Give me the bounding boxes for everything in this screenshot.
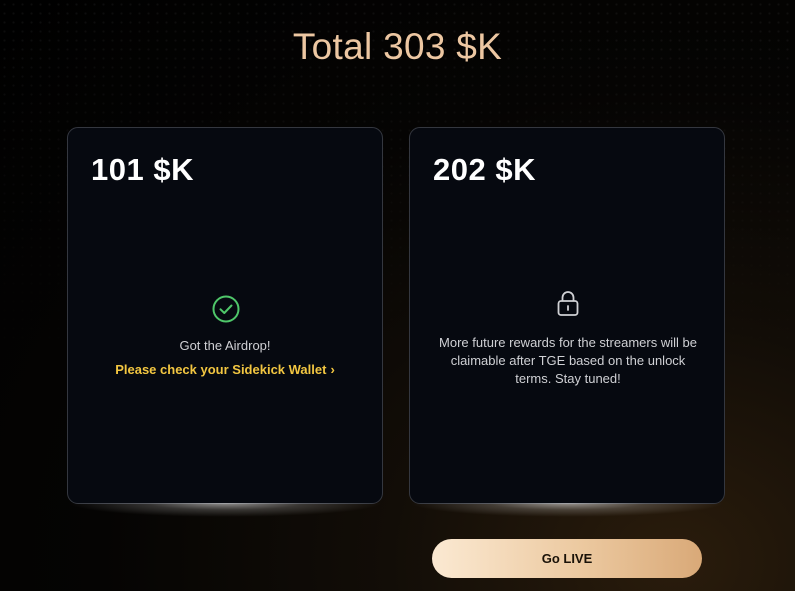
check-circle-icon [212,295,240,323]
page-title: Total 303 $K [292,26,503,67]
future-rewards-text: More future rewards for the streamers wi… [439,335,697,386]
locked-rewards-card: 202 $K More future rewards for the strea… [409,127,725,504]
check-wallet-link-label: Please check your Sidekick Wallet [115,362,327,377]
go-live-button[interactable]: Go LIVE [432,539,702,578]
card-glow [67,503,383,517]
airdrop-card: 101 $K Got the Airdrop! Please check you… [67,127,383,504]
lock-icon [557,291,579,316]
airdrop-amount: 101 $K [91,152,194,187]
locked-amount: 202 $K [433,152,536,187]
check-wallet-link[interactable]: Please check your Sidekick Wallet › [68,362,382,377]
chevron-right-icon: › [330,362,335,377]
card-glow [409,503,725,517]
airdrop-status-text: Got the Airdrop! [179,338,271,353]
